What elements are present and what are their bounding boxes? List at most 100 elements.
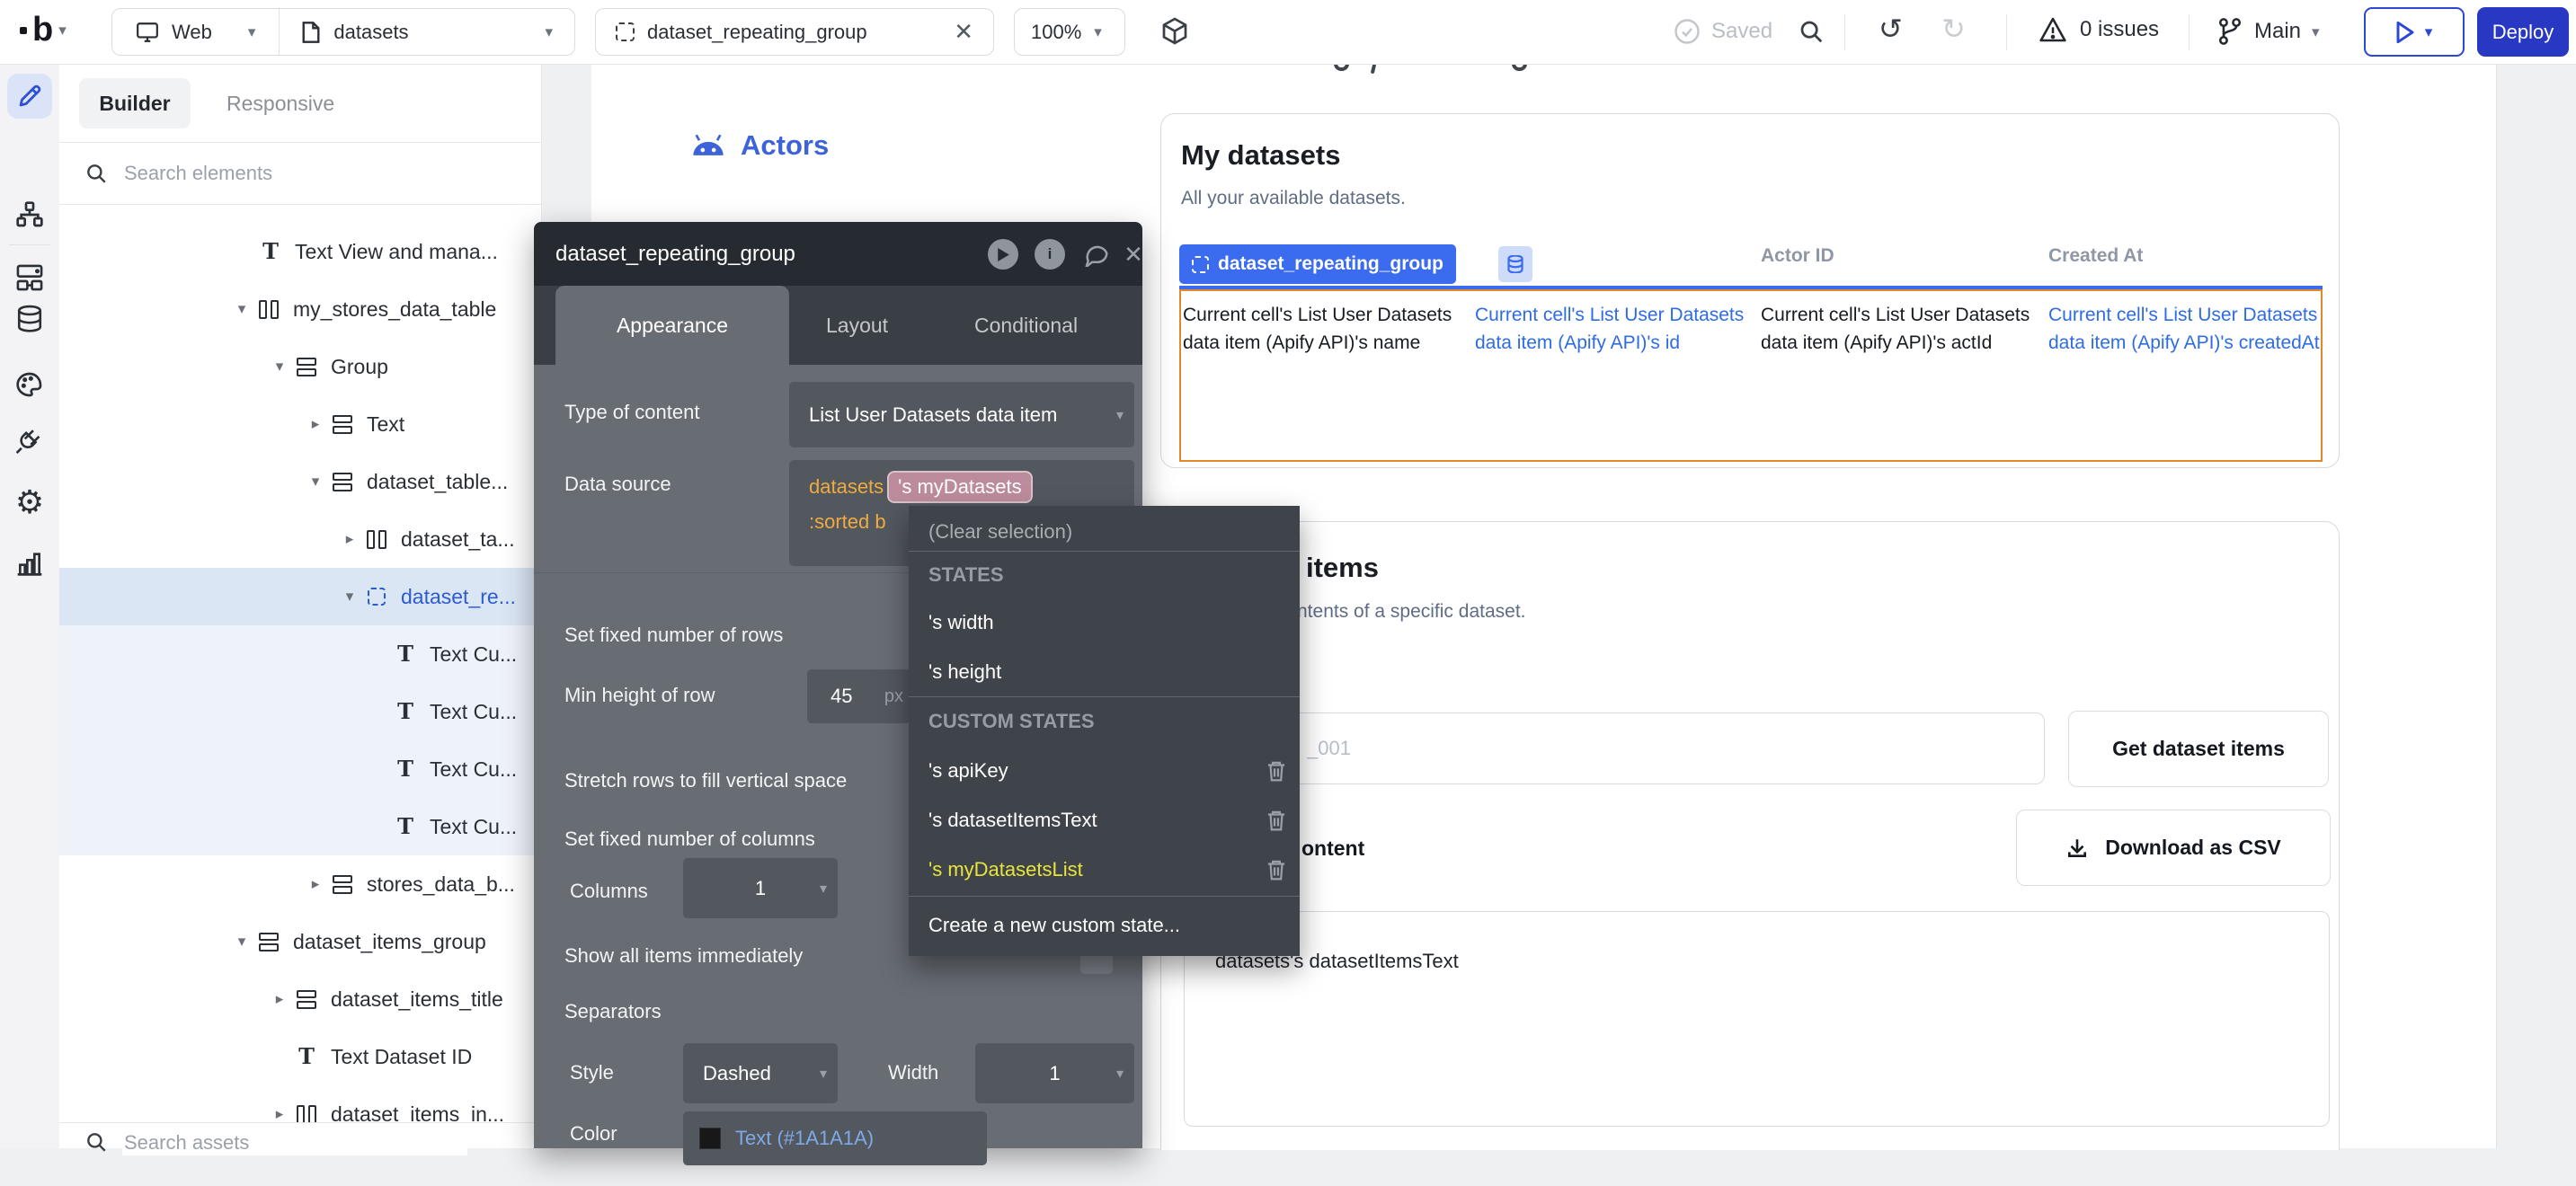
chevron-right-icon[interactable]: ▸ <box>300 415 331 433</box>
cell-name[interactable]: Current cell's List User Datasets data i… <box>1183 301 1461 357</box>
issues-indicator[interactable]: 0 issues <box>2039 16 2159 43</box>
trash-icon[interactable] <box>1266 858 1287 881</box>
tree-item-text-cell-2[interactable]: T Text Cu... <box>59 683 541 740</box>
color-value-link[interactable]: Text (#1A1A1A) <box>735 1127 874 1150</box>
close-icon[interactable]: ✕ <box>1118 239 1149 270</box>
trash-icon[interactable] <box>1266 809 1287 832</box>
server-icon <box>14 263 45 292</box>
comment-button[interactable] <box>1081 239 1112 270</box>
tab-responsive[interactable]: Responsive <box>227 78 334 128</box>
search-assets-input[interactable] <box>122 1130 467 1155</box>
data-source-label: Data source <box>564 473 671 496</box>
logs-tool[interactable] <box>0 549 59 576</box>
divider <box>1844 14 1845 50</box>
clear-selection-option[interactable]: (Clear selection) <box>909 511 1300 552</box>
chevron-right-icon[interactable]: ▸ <box>264 1105 295 1123</box>
tree-item-text-cell-3[interactable]: T Text Cu... <box>59 740 541 798</box>
tree-item-dataset-table[interactable]: ▾ dataset_table... <box>59 453 541 510</box>
tree-item-text-cell-4[interactable]: T Text Cu... <box>59 798 541 855</box>
state-option-height[interactable]: 's height <box>909 651 1300 692</box>
tree-item-dataset-items-title[interactable]: ▸ dataset_items_title <box>59 970 541 1028</box>
custom-state-apikey[interactable]: 's apiKey <box>909 750 1300 791</box>
info-button[interactable]: i <box>1035 239 1065 270</box>
search-elements-input[interactable] <box>122 161 467 186</box>
workflow-tool[interactable] <box>0 200 59 229</box>
columns-element-icon <box>295 1105 318 1124</box>
data-source-state-chip[interactable]: 's myDatasets <box>887 471 1032 503</box>
branch-selector[interactable]: Main ▾ <box>2216 16 2320 47</box>
styles-tool[interactable] <box>0 371 59 398</box>
element-tab[interactable]: dataset_repeating_group ✕ <box>595 8 994 56</box>
tree-item-text-view[interactable]: T Text View and mana... <box>59 223 541 280</box>
width-label: Width <box>888 1061 938 1084</box>
plugins-tool[interactable] <box>0 427 59 456</box>
tab-builder-label: Builder <box>99 92 170 116</box>
chevron-down-icon[interactable]: ▾ <box>334 588 365 606</box>
platform-selector[interactable]: Web ▾ <box>112 9 279 55</box>
deploy-button[interactable]: Deploy <box>2477 7 2569 57</box>
download-csv-button[interactable]: Download as CSV <box>2016 810 2331 886</box>
preview-button[interactable]: ▾ <box>2364 7 2465 57</box>
tree-item-group[interactable]: ▾ Group <box>59 338 541 395</box>
columns-select[interactable]: 1 ▾ <box>683 858 838 918</box>
tab-conditional[interactable]: Conditional <box>974 286 1078 365</box>
chevron-down-icon[interactable]: ▾ <box>264 358 295 376</box>
min-height-input[interactable]: 45 px <box>807 669 910 723</box>
tree-item-stores-data-b[interactable]: ▸ stores_data_b... <box>59 855 541 913</box>
backend-tool[interactable] <box>0 263 59 292</box>
divider <box>909 896 1300 897</box>
preview-element-button[interactable] <box>988 239 1018 270</box>
page-selector[interactable]: datasets ▾ <box>280 9 574 55</box>
tab-builder[interactable]: Builder <box>79 78 191 128</box>
chevron-down-icon[interactable]: ▾ <box>227 300 257 318</box>
inspector-title: dataset_repeating_group <box>555 242 795 267</box>
columns-label: Columns <box>570 880 648 903</box>
chevron-down-icon[interactable]: ▾ <box>300 473 331 491</box>
dataset-items-textarea[interactable]: datasets's datasetItemsText <box>1184 911 2330 1127</box>
branch-icon <box>2216 16 2243 47</box>
dataset-id-input[interactable] <box>1184 712 2045 784</box>
inspector-header[interactable]: dataset_repeating_group i ✕ <box>534 222 1142 286</box>
tree-item-dataset-items-group[interactable]: ▾ dataset_items_group <box>59 913 541 970</box>
chevron-right-icon[interactable]: ▸ <box>264 990 295 1008</box>
custom-state-datasetitemstext[interactable]: 's datasetItemsText <box>909 800 1300 840</box>
zoom-selector[interactable]: 100% ▾ <box>1014 8 1125 56</box>
get-dataset-items-button[interactable]: Get dataset items <box>2068 711 2329 787</box>
type-of-content-select[interactable]: List User Datasets data item ▾ <box>789 382 1134 447</box>
tree-item-text-cell-1[interactable]: T Text Cu... <box>59 625 541 683</box>
element-tree: T Text Datasets T Text View and mana... … <box>59 205 541 1186</box>
chevron-right-icon[interactable]: ▸ <box>334 530 365 548</box>
design-tool-active[interactable] <box>7 74 52 119</box>
chevron-down-icon[interactable]: ▾ <box>227 933 257 951</box>
state-option-width[interactable]: 's width <box>909 602 1300 642</box>
tree-item-text-datasets[interactable]: T Text Datasets <box>59 205 541 223</box>
custom-state-mydatasetslist-highlighted[interactable]: 's myDatasetsList <box>909 849 1300 890</box>
chevron-right-icon[interactable]: ▸ <box>300 875 331 893</box>
app-logo-menu[interactable]: b ▾ <box>20 11 67 49</box>
cell-actid[interactable]: Current cell's List User Datasets data i… <box>1761 301 2035 357</box>
component-library-button[interactable] <box>1159 16 1191 49</box>
tab-appearance[interactable]: Appearance <box>555 286 789 365</box>
separator-style-select[interactable]: Dashed ▾ <box>683 1043 838 1103</box>
trash-icon[interactable] <box>1266 759 1287 783</box>
settings-tool[interactable]: ⚙ <box>0 486 59 518</box>
branch-label: Main <box>2254 19 2301 44</box>
separator-color-field[interactable]: Text (#1A1A1A) <box>683 1111 987 1165</box>
separator-width-select[interactable]: 1 ▾ <box>975 1043 1134 1103</box>
cell-createdat[interactable]: Current cell's List User Datasets data i… <box>2048 301 2323 357</box>
cell-id[interactable]: Current cell's List User Datasets data i… <box>1475 301 1749 357</box>
undo-button[interactable]: ↺ <box>1879 14 1903 43</box>
tree-item-my-stores-data-table[interactable]: ▾ my_stores_data_table <box>59 280 541 338</box>
create-custom-state-option[interactable]: Create a new custom state... <box>909 905 1300 945</box>
search-button[interactable] <box>1798 18 1825 45</box>
tree-item-text-group[interactable]: ▸ Text <box>59 395 541 453</box>
close-icon[interactable]: ✕ <box>954 18 973 46</box>
data-source-badge[interactable] <box>1498 246 1532 282</box>
tree-item-text-dataset-id[interactable]: T Text Dataset ID <box>59 1028 541 1085</box>
tree-item-dataset-repeating-group-selected[interactable]: ▾ dataset_re... <box>59 568 541 625</box>
tree-item-dataset-ta[interactable]: ▸ dataset_ta... <box>59 510 541 568</box>
redo-button[interactable]: ↻ <box>1941 14 1966 43</box>
tab-layout[interactable]: Layout <box>826 286 888 365</box>
selected-element-chip[interactable]: dataset_repeating_group <box>1179 244 1456 284</box>
data-tool[interactable] <box>0 305 59 335</box>
